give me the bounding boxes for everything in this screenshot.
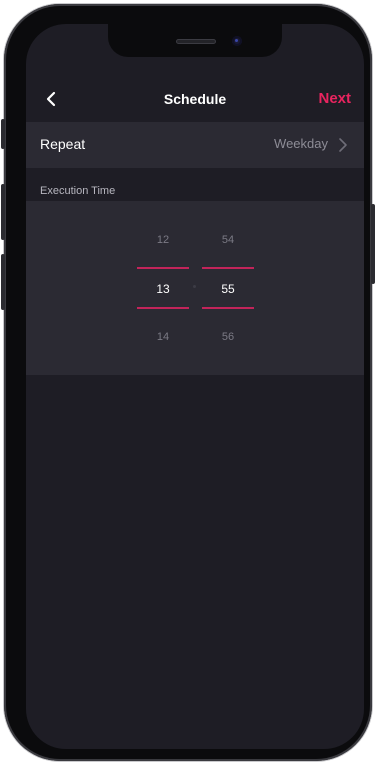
- repeat-value: Weekday: [274, 136, 328, 151]
- repeat-row[interactable]: Repeat Weekday: [26, 122, 364, 168]
- volume-down-button: [1, 254, 5, 310]
- minute-selection-bottom-line: [202, 307, 254, 309]
- mute-switch: [1, 119, 5, 149]
- minute-prev-value[interactable]: 54: [202, 234, 254, 246]
- front-camera-icon: [232, 36, 242, 46]
- hour-selected-value[interactable]: 13: [137, 282, 189, 296]
- hour-prev-value[interactable]: 12: [137, 234, 189, 246]
- volume-up-button: [1, 184, 5, 240]
- chevron-right-icon: [339, 138, 347, 152]
- time-separator: [193, 285, 196, 288]
- navigation-bar: Schedule Next: [26, 79, 364, 119]
- minute-picker-column[interactable]: 54 55 56: [202, 201, 254, 375]
- screen: Schedule Next Repeat Weekday Execution T…: [26, 24, 364, 749]
- next-button[interactable]: Next: [318, 90, 351, 107]
- minute-selection-top-line: [202, 267, 254, 269]
- speaker-grille: [176, 39, 216, 44]
- power-button: [371, 204, 375, 284]
- phone-frame: Schedule Next Repeat Weekday Execution T…: [1, 4, 375, 761]
- hour-selection-bottom-line: [137, 307, 189, 309]
- execution-time-label: Execution Time: [40, 185, 116, 197]
- minute-selected-value[interactable]: 55: [202, 282, 254, 296]
- time-picker: 12 13 14 54 55 56: [26, 201, 364, 375]
- schedule-screen: Schedule Next Repeat Weekday Execution T…: [26, 24, 364, 749]
- repeat-label: Repeat: [40, 136, 86, 152]
- page-title: Schedule: [163, 91, 227, 107]
- hour-picker-column[interactable]: 12 13 14: [137, 201, 189, 375]
- hour-next-value[interactable]: 14: [137, 331, 189, 343]
- minute-next-value[interactable]: 56: [202, 331, 254, 343]
- notch: [108, 24, 282, 57]
- hour-selection-top-line: [137, 267, 189, 269]
